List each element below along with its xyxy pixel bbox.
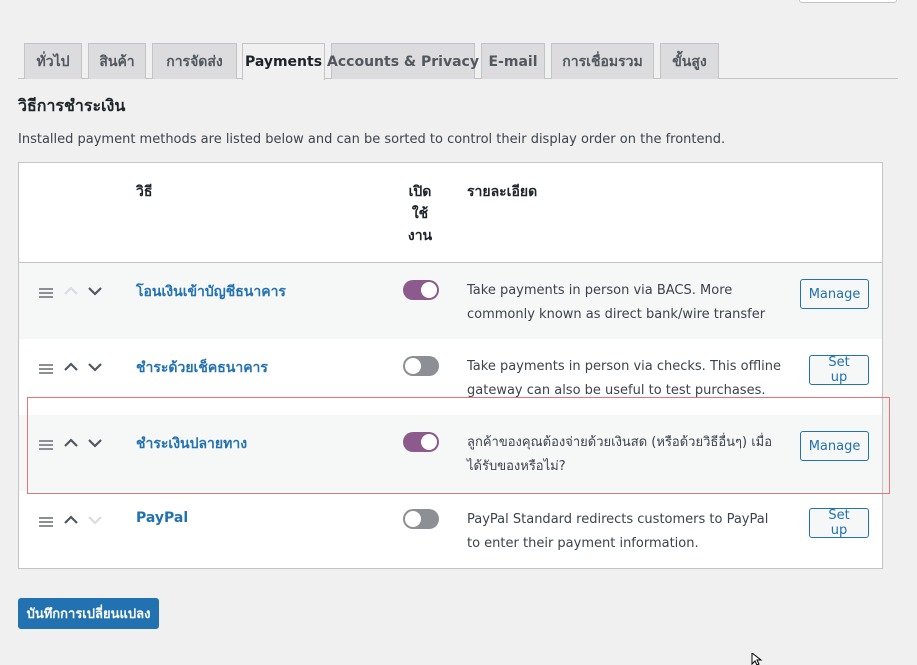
- chevron-up-icon[interactable]: [62, 358, 80, 376]
- enable-toggle[interactable]: [403, 280, 439, 300]
- payment-methods-table: วิธี เปิด ใช้ งาน รายละเอียด โอนเงินเข้า…: [18, 162, 883, 569]
- method-description: Take payments in person via checks. This…: [467, 359, 782, 398]
- tab-integration[interactable]: การเชื่อมรวม: [551, 43, 654, 79]
- enable-toggle[interactable]: [403, 356, 439, 376]
- enable-toggle[interactable]: [403, 432, 439, 452]
- chevron-up-icon[interactable]: [62, 511, 80, 529]
- drag-handle-icon[interactable]: [39, 364, 53, 376]
- set-up-button[interactable]: Set up: [809, 355, 869, 385]
- drag-handle-icon[interactable]: [39, 288, 53, 300]
- enable-toggle[interactable]: [403, 509, 439, 529]
- chevron-up-icon[interactable]: [62, 282, 80, 300]
- top-stub-control: [799, 0, 897, 3]
- drag-handle-icon[interactable]: [39, 517, 53, 529]
- header-enabled-line3: งาน: [407, 228, 433, 244]
- header-method: วิธี: [136, 184, 153, 200]
- table-row: ชำระด้วยเช็คธนาคาร Take payments in pers…: [19, 339, 882, 415]
- manage-button[interactable]: Manage: [800, 431, 869, 461]
- header-description: รายละเอียด: [467, 184, 538, 200]
- method-name-link[interactable]: โอนเงินเข้าบัญชีธนาคาร: [136, 281, 286, 303]
- chevron-down-icon[interactable]: [86, 282, 104, 300]
- table-row: ชำระเงินปลายทาง ลูกค้าของคุณต้องจ่ายด้วย…: [19, 415, 882, 491]
- tab-products[interactable]: สินค้า: [88, 43, 146, 79]
- header-enabled-line2: ใช้: [411, 206, 429, 222]
- section-title: วิธีการชำระเงิน: [18, 96, 126, 115]
- tab-shipping[interactable]: การจัดส่ง: [152, 43, 237, 79]
- method-description: ลูกค้าของคุณต้องจ่ายด้วยเงินสด (หรือด้วย…: [467, 435, 773, 474]
- settings-tabs: ทั่วไป สินค้า การจัดส่ง Payments Account…: [18, 43, 898, 80]
- tab-general[interactable]: ทั่วไป: [24, 43, 82, 79]
- save-changes-button[interactable]: บันทึกการเปลี่ยนแปลง: [18, 598, 159, 629]
- tab-advanced[interactable]: ขั้นสูง: [660, 43, 719, 79]
- table-header: วิธี เปิด ใช้ งาน รายละเอียด: [19, 163, 882, 263]
- method-description: PayPal Standard redirects customers to P…: [467, 512, 769, 551]
- tab-email[interactable]: E-mail: [481, 43, 545, 79]
- manage-button[interactable]: Manage: [800, 279, 869, 309]
- table-row: โอนเงินเข้าบัญชีธนาคาร Take payments in …: [19, 263, 882, 339]
- method-name-link[interactable]: PayPal: [136, 510, 188, 526]
- header-enabled: เปิด ใช้ งาน: [399, 181, 441, 247]
- header-enabled-line1: เปิด: [408, 184, 432, 200]
- chevron-down-icon[interactable]: [86, 511, 104, 529]
- drag-handle-icon[interactable]: [39, 440, 53, 452]
- chevron-down-icon[interactable]: [86, 434, 104, 452]
- mouse-cursor-icon: [751, 653, 763, 665]
- table-row: PayPal PayPal Standard redirects custome…: [19, 492, 882, 568]
- intro-text: Installed payment methods are listed bel…: [18, 132, 726, 147]
- chevron-up-icon[interactable]: [62, 434, 80, 452]
- method-description: Take payments in person via BACS. More c…: [467, 283, 766, 322]
- method-name-link[interactable]: ชำระด้วยเช็คธนาคาร: [136, 357, 268, 379]
- method-name-link[interactable]: ชำระเงินปลายทาง: [136, 433, 247, 455]
- set-up-button[interactable]: Set up: [809, 508, 869, 538]
- tab-accounts-privacy[interactable]: Accounts & Privacy: [327, 43, 479, 79]
- chevron-down-icon[interactable]: [86, 358, 104, 376]
- tab-payments[interactable]: Payments: [242, 43, 325, 80]
